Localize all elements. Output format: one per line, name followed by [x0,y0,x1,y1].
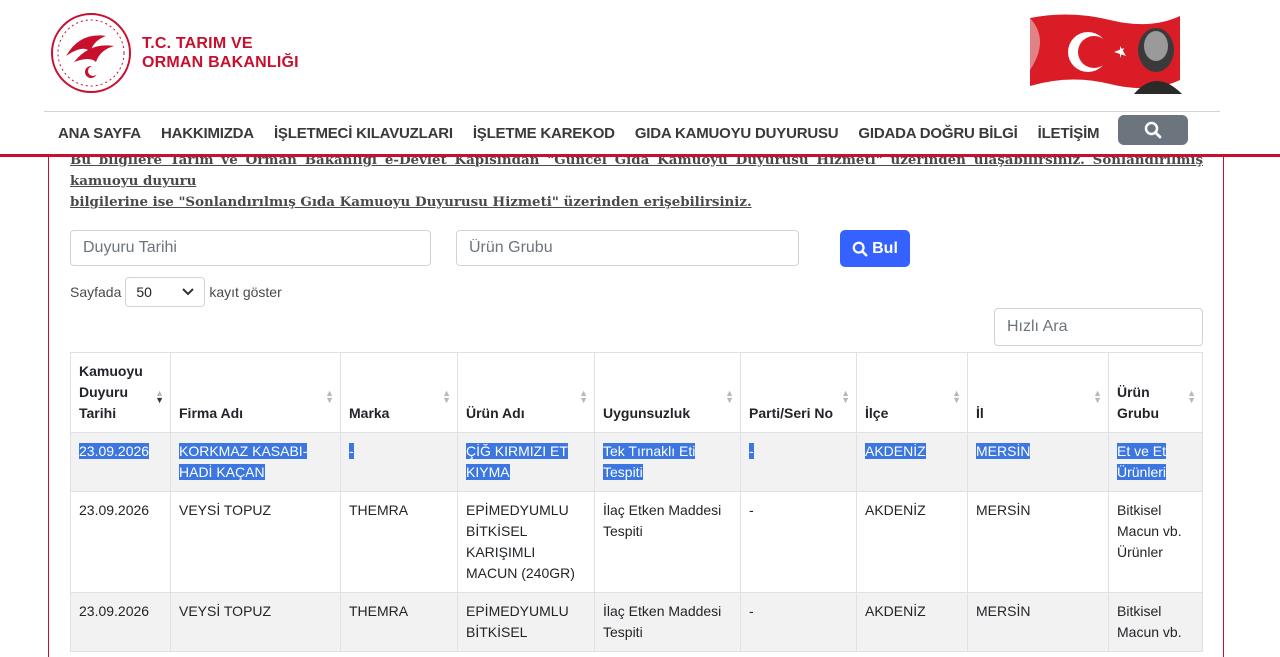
table-cell: THEMRA [340,491,458,593]
find-button-label: Bul [872,239,898,257]
column-header-product[interactable]: Ürün Adı ▲ ▼ [457,352,595,433]
table-cell: MERSİN [967,592,1109,652]
notice-line-2: bilgilerine ise "Sonlandırılmış Gıda Kam… [70,194,752,210]
logo-line-2: ORMAN BAKANLIĞI [142,54,299,71]
sort-icon: ▲ ▼ [952,388,961,405]
page-length-suffix: kayıt göster [209,284,282,300]
logo-line-1: T.C. TARIM VE [142,35,253,52]
table-cell: EPİMEDYUMLU BİTKİSEL [457,592,595,652]
page-length-value: 50 [136,284,152,300]
turkish-flag-portrait-image [1030,14,1182,94]
column-header-batch[interactable]: Parti/Seri No ▲ ▼ [740,352,857,433]
search-icon [1144,121,1162,139]
content-frame: Bu bilgilere Tarım ve Orman Bakanlığı e-… [48,157,1224,657]
page-length-prefix: Sayfada [70,284,122,300]
table-cell: - [340,432,458,492]
sort-icon: ▲ ▼ [1187,388,1196,405]
announcement-table: Kamuoyu Duyuru Tarihi ▲ ▼ Firma Adı ▲ ▼ Mark… [70,352,1203,652]
table-cell: AKDENİZ [856,432,968,492]
sort-icon: ▲ ▼ [442,388,451,405]
table-cell: - [740,432,857,492]
sort-icon: ▲ ▼ [725,388,734,405]
table-header-row: Kamuoyu Duyuru Tarihi ▲ ▼ Firma Adı ▲ ▼ Mark… [70,352,1203,433]
table-cell: İlaç Etken Maddesi Tespiti [594,491,741,593]
quick-search-input[interactable] [994,308,1203,346]
table-cell: VEYSİ TOPUZ [170,491,341,593]
notice-text: Bu bilgilere Tarım ve Orman Bakanlığı e-… [70,157,1203,213]
sort-icon: ▲ ▼ [1093,388,1102,405]
nav-item-operator-guides[interactable]: İŞLETMECİ KILAVUZLARI [264,125,463,142]
table-cell: 23.09.2026 [70,432,171,492]
table-cell: VEYSİ TOPUZ [170,592,341,652]
find-button[interactable]: Bul [840,230,910,267]
chevron-down-icon [182,288,195,296]
main-navigation: ANA SAYFA HAKKIMIZDA İŞLETMECİ KILAVUZLA… [48,112,1109,154]
nav-search-button[interactable] [1118,115,1188,145]
table-cell: 23.09.2026 [70,592,171,652]
column-header-province[interactable]: İl ▲ ▼ [967,352,1109,433]
table-row[interactable]: 23.09.2026 VEYSİ TOPUZ THEMRA EPİMEDYUML… [70,491,1203,593]
table-cell: AKDENİZ [856,491,968,593]
page-length-control: Sayfada 50 kayıt göster [70,277,282,307]
column-header-nonconformity[interactable]: Uygunsuzluk ▲ ▼ [594,352,741,433]
table-cell: Bitkisel Macun vb. [1108,592,1203,652]
table-cell: - [740,491,857,593]
sort-icon: ▲ ▼ [841,388,850,405]
table-cell: Et ve Et Ürünleri [1108,432,1203,492]
sort-icon: ▲ ▼ [325,388,334,405]
nav-item-contact[interactable]: İLETİŞİM [1028,125,1110,142]
table-cell: Tek Tırnaklı Eti Tespiti [594,432,741,492]
column-header-company[interactable]: Firma Adı ▲ ▼ [170,352,341,433]
column-header-product-group[interactable]: Ürün Grubu ▲ ▼ [1108,352,1203,433]
nav-item-about[interactable]: HAKKIMIZDA [151,125,264,142]
nav-item-food-facts[interactable]: GIDADA DOĞRU BİLGİ [848,125,1027,142]
sort-icon: ▲ ▼ [579,388,588,405]
table-cell: EPİMEDYUMLU BİTKİSEL KARIŞIMLI MACUN (24… [457,491,595,593]
column-header-date[interactable]: Kamuoyu Duyuru Tarihi ▲ ▼ [70,352,171,433]
table-cell: - [740,592,857,652]
notice-line-1: Bu bilgilere Tarım ve Orman Bakanlığı e-… [70,157,1203,189]
nav-item-food-announcement[interactable]: GIDA KAMUOYU DUYURUSU [625,125,849,142]
announcement-date-input[interactable] [70,230,431,266]
nav-item-business-qr[interactable]: İŞLETME KAREKOD [463,125,625,142]
table-cell: İlaç Etken Maddesi Tespiti [594,592,741,652]
page-length-select[interactable]: 50 [125,277,206,307]
table-row[interactable]: 23.09.2026 KORKMAZ KASABI-HADİ KAÇAN - Ç… [70,432,1203,492]
table-cell: AKDENİZ [856,592,968,652]
sort-icon: ▲ ▼ [155,388,164,405]
table-cell: THEMRA [340,592,458,652]
table-cell: Bitkisel Macun vb. Ürünler [1108,491,1203,593]
column-header-district[interactable]: İlçe ▲ ▼ [856,352,968,433]
table-cell: ÇİĞ KIRMIZI ET KIYMA [457,432,595,492]
table-cell: 23.09.2026 [70,491,171,593]
ministry-logo[interactable]: T.C. TARIM VE ORMAN BAKANLIĞI [50,12,299,94]
column-header-brand[interactable]: Marka ▲ ▼ [340,352,458,433]
ministry-emblem-icon [51,13,131,93]
table-cell: MERSİN [967,432,1109,492]
table-cell: MERSİN [967,491,1109,593]
search-icon [852,241,868,256]
nav-item-home[interactable]: ANA SAYFA [48,125,151,142]
product-group-input[interactable] [456,230,799,266]
table-row[interactable]: 23.09.2026 VEYSİ TOPUZ THEMRA EPİMEDYUML… [70,592,1203,652]
table-cell: KORKMAZ KASABI-HADİ KAÇAN [170,432,341,492]
